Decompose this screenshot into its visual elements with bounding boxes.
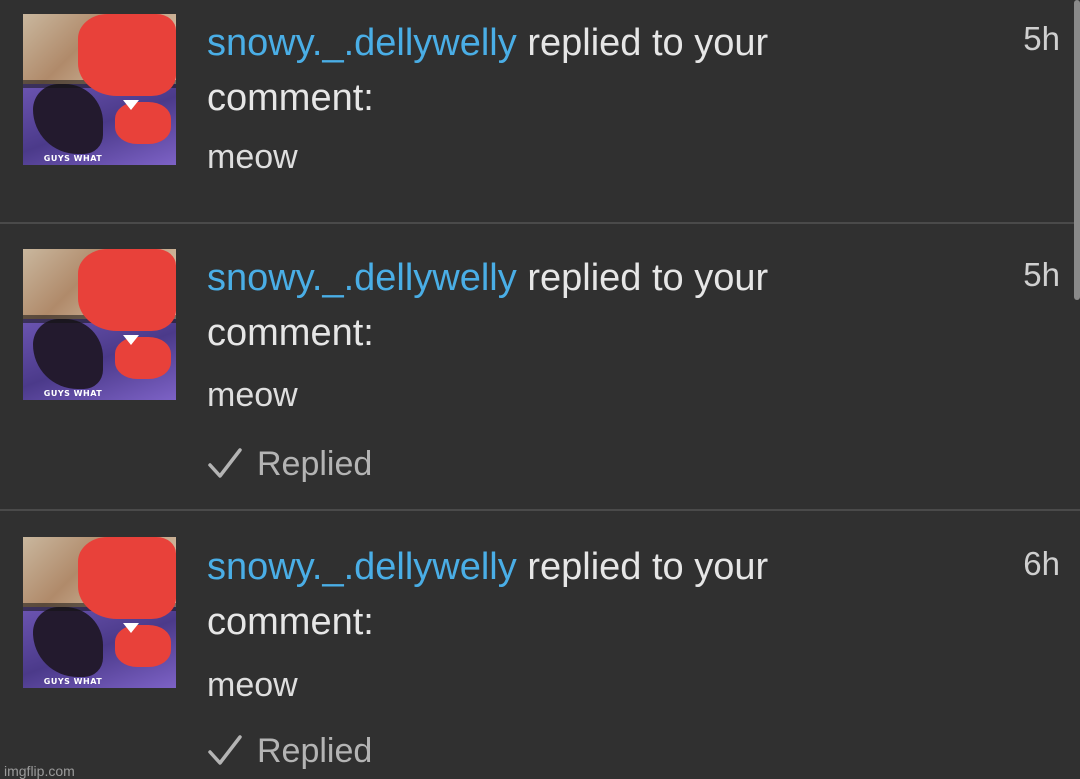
avatar[interactable]: GUYS WHAT — [23, 537, 176, 688]
action-text: replied to your — [516, 22, 769, 64]
timestamp: 6h — [1023, 545, 1060, 582]
username-link[interactable]: snowy._.dellywelly — [207, 546, 517, 588]
avatar-caption: GUYS WHAT — [43, 389, 103, 398]
scrollbar-thumb[interactable] — [1074, 0, 1080, 300]
replied-label: Replied — [257, 444, 373, 483]
timestamp: 5h — [1023, 256, 1060, 293]
username-link[interactable]: snowy._.dellywelly — [207, 22, 517, 64]
notification-feed: GUYS WHAT snowy._.dellywelly replied to … — [0, 0, 1080, 779]
action-text-line2: comment: — [207, 312, 374, 354]
timestamp: 5h — [1023, 20, 1060, 57]
notification-item[interactable]: GUYS WHAT snowy._.dellywelly replied to … — [0, 0, 1080, 223]
replied-label: Replied — [257, 731, 373, 770]
check-icon — [208, 448, 242, 478]
action-text-line2: comment: — [207, 601, 374, 643]
reply-message: meow — [207, 666, 298, 704]
replied-status: Replied — [205, 731, 372, 771]
username-link[interactable]: snowy._.dellywelly — [207, 257, 517, 299]
action-text: replied to your — [516, 257, 769, 299]
check-icon — [208, 735, 242, 765]
reply-message: meow — [207, 376, 298, 414]
avatar[interactable]: GUYS WHAT — [23, 14, 176, 165]
avatar[interactable]: GUYS WHAT — [23, 249, 176, 400]
notification-headline: snowy._.dellywelly replied to your comme… — [207, 540, 897, 650]
notification-item[interactable]: GUYS WHAT snowy._.dellywelly replied to … — [0, 222, 1080, 510]
action-text-line2: comment: — [207, 77, 374, 119]
notification-headline: snowy._.dellywelly replied to your comme… — [207, 251, 897, 361]
replied-status: Replied — [205, 444, 372, 484]
watermark: imgflip.com — [4, 763, 75, 779]
avatar-caption: GUYS WHAT — [43, 677, 103, 686]
action-text: replied to your — [516, 546, 769, 588]
reply-message: meow — [207, 138, 298, 176]
notification-headline: snowy._.dellywelly replied to your comme… — [207, 16, 897, 126]
avatar-caption: GUYS WHAT — [43, 154, 103, 163]
notification-item[interactable]: GUYS WHAT snowy._.dellywelly replied to … — [0, 509, 1080, 779]
